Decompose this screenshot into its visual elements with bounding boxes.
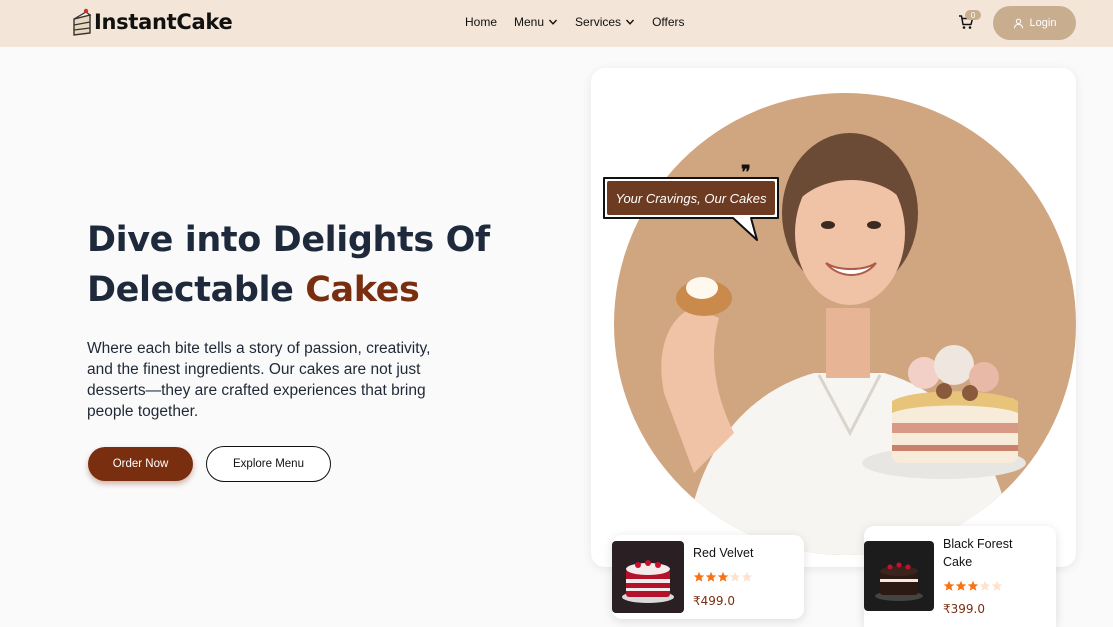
login-label: Login bbox=[1029, 17, 1057, 29]
main-nav: Home Menu Services Offers bbox=[465, 15, 685, 29]
product-rating bbox=[693, 571, 753, 583]
product-name: Black Forest Cake bbox=[943, 537, 1013, 569]
product-name: Red Velvet bbox=[693, 546, 754, 560]
star-empty-icon bbox=[729, 571, 741, 582]
product-card-black-forest[interactable]: Black Forest Cake ₹399.0 bbox=[864, 526, 1056, 627]
product-thumbnail bbox=[612, 541, 684, 613]
quote-mark-icon: ❞ bbox=[741, 162, 751, 183]
product-thumbnail bbox=[864, 541, 934, 611]
chevron-down-icon bbox=[549, 19, 558, 25]
product-rating bbox=[943, 580, 1003, 592]
star-filled-icon bbox=[943, 580, 955, 591]
cake-slice-icon bbox=[73, 8, 92, 36]
hero-title: Dive into Delights Of Delectable Cakes bbox=[87, 215, 507, 315]
product-card-red-velvet[interactable]: Red Velvet ₹499.0 bbox=[612, 535, 804, 619]
hero-image-circle bbox=[614, 93, 1076, 555]
brand-logo[interactable]: InstantCake bbox=[71, 7, 233, 37]
chevron-down-icon bbox=[626, 19, 635, 25]
black-forest-cake-image bbox=[864, 541, 934, 611]
nav-home-label: Home bbox=[465, 15, 498, 29]
nav-services[interactable]: Services bbox=[575, 15, 635, 29]
nav-offers-label: Offers bbox=[652, 15, 685, 29]
red-velvet-cake-image bbox=[612, 541, 684, 613]
product-price: ₹399.0 bbox=[943, 602, 985, 616]
hero-description: Where each bite tells a story of passion… bbox=[87, 340, 431, 420]
hero-title-accent: Cakes bbox=[305, 270, 420, 310]
navbar: InstantCake Home Menu Services Offers 0 … bbox=[0, 0, 1113, 47]
brand-name: InstantCake bbox=[94, 10, 233, 34]
user-icon bbox=[1013, 18, 1023, 28]
star-filled-icon bbox=[717, 571, 729, 582]
star-filled-icon bbox=[705, 571, 717, 582]
star-filled-icon bbox=[967, 580, 979, 591]
login-button[interactable]: Login bbox=[993, 6, 1076, 40]
hero-title-line1: Dive into Delights Of bbox=[87, 220, 490, 260]
speech-bubble-text: Your Cravings, Our Cakes bbox=[615, 190, 767, 206]
explore-menu-button[interactable]: Explore Menu bbox=[206, 446, 331, 482]
order-now-button[interactable]: Order Now bbox=[88, 447, 193, 481]
nav-offers[interactable]: Offers bbox=[652, 15, 684, 29]
cart-count-badge: 0 bbox=[965, 10, 981, 20]
star-empty-icon bbox=[991, 580, 1003, 591]
hero-title-line2: Delectable bbox=[87, 270, 306, 310]
nav-services-label: Services bbox=[575, 15, 622, 29]
star-empty-icon bbox=[979, 580, 991, 591]
star-empty-icon bbox=[741, 571, 753, 582]
star-filled-icon bbox=[955, 580, 967, 591]
baker-woman-illustration bbox=[661, 133, 1026, 555]
nav-menu[interactable]: Menu bbox=[514, 15, 558, 29]
nav-menu-label: Menu bbox=[514, 15, 545, 29]
star-filled-icon bbox=[693, 571, 705, 582]
nav-home[interactable]: Home bbox=[465, 15, 497, 29]
product-price: ₹499.0 bbox=[693, 594, 735, 608]
